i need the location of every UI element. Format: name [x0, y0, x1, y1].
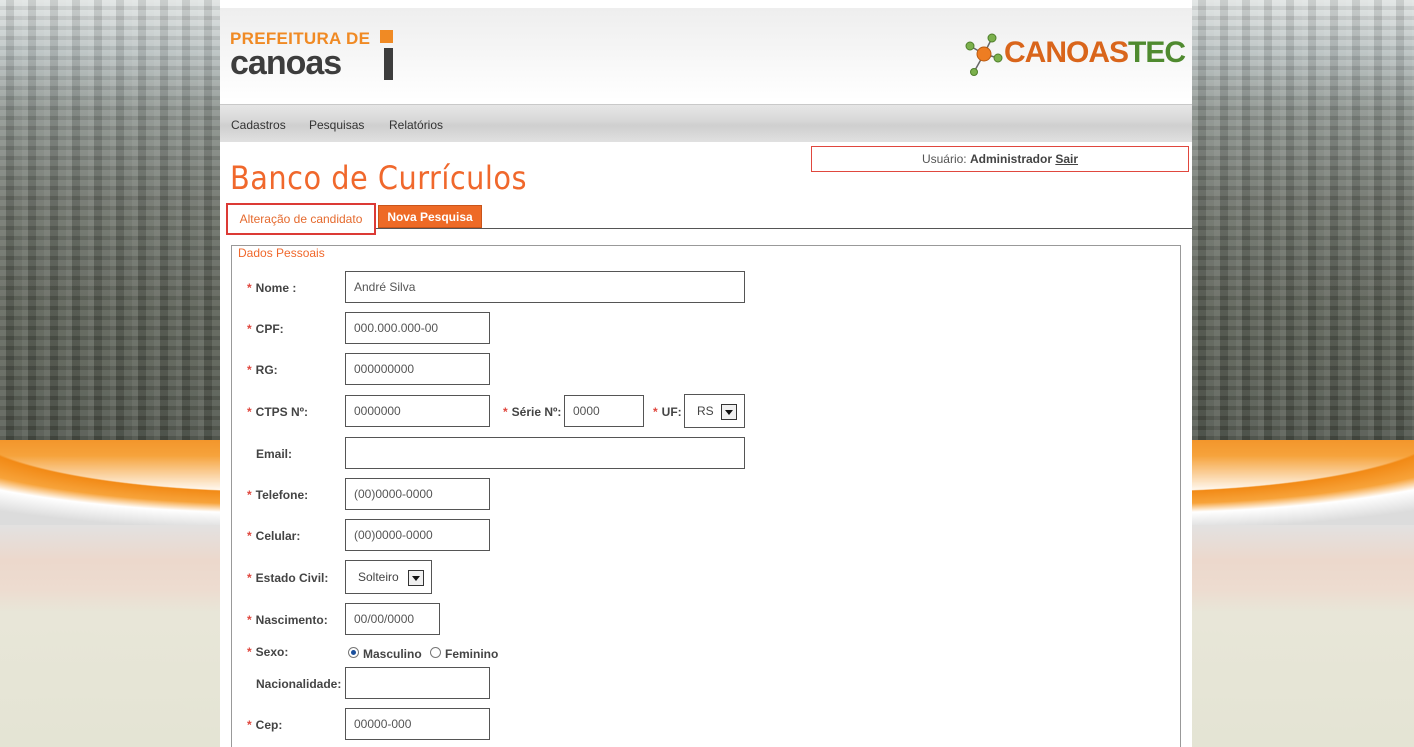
chevron-down-icon[interactable]: [408, 570, 424, 586]
nav-item-relatorios[interactable]: Relatórios: [389, 118, 443, 132]
required-mark: *: [247, 363, 252, 377]
email-label: Email:: [256, 447, 293, 461]
user-name: Administrador: [969, 152, 1052, 166]
nacionalidade-label: Nacionalidade:: [256, 677, 342, 691]
uf-label-text: UF:: [661, 405, 682, 419]
nascimento-label-text: Nascimento:: [255, 613, 328, 627]
estado-civil-select[interactable]: Solteiro: [345, 560, 432, 594]
fieldset-legend: Dados Pessoais: [236, 246, 327, 260]
cpf-input[interactable]: 000.000.000-00: [345, 312, 490, 344]
page-container: PREFEITURA DE canoas CANOASTEC Cadastros…: [220, 0, 1192, 747]
required-mark: *: [653, 405, 658, 419]
cep-label-text: Cep:: [255, 718, 283, 732]
background-city-left: [0, 0, 222, 440]
telefone-input[interactable]: (00)0000-0000: [345, 478, 490, 510]
canoastec-wordmark: CANOASTEC: [1004, 36, 1186, 70]
nav-item-cadastros[interactable]: Cadastros: [231, 118, 286, 132]
tab-nova-pesquisa[interactable]: Nova Pesquisa: [378, 205, 482, 228]
required-mark: *: [247, 613, 252, 627]
ctps-label: * CTPS Nº:: [247, 405, 308, 419]
required-mark: *: [503, 405, 508, 419]
rg-input[interactable]: 000000000: [345, 353, 490, 385]
nome-input[interactable]: André Silva: [345, 271, 745, 303]
email-input[interactable]: [345, 437, 745, 469]
cep-input[interactable]: 00000-000: [345, 708, 490, 740]
sexo-masculino-label[interactable]: Masculino: [363, 647, 422, 661]
nome-label: * Nome :: [247, 281, 296, 295]
estado-civil-value: Solteiro: [358, 570, 399, 584]
ctps-label-text: CTPS Nº:: [255, 405, 309, 419]
nav-item-pesquisas[interactable]: Pesquisas: [309, 118, 364, 132]
molecule-icon: [965, 33, 1003, 76]
telefone-label: * Telefone:: [247, 488, 308, 502]
background-swoosh-left: [0, 405, 222, 525]
estado-civil-label: * Estado Civil:: [247, 571, 328, 585]
required-mark: *: [247, 488, 252, 502]
required-mark: *: [247, 529, 252, 543]
ctps-input[interactable]: 0000000: [345, 395, 490, 427]
required-mark: *: [247, 281, 252, 295]
cpf-label: * CPF:: [247, 322, 284, 336]
uf-select[interactable]: RS: [684, 394, 745, 428]
logo-square-icon: [380, 30, 393, 43]
uf-select-value: RS: [697, 404, 714, 418]
user-prefix: Usuário:: [921, 152, 967, 166]
tab-alteracao-candidato[interactable]: Alteração de candidato: [226, 203, 376, 235]
celular-label-text: Celular:: [255, 529, 301, 543]
background-swoosh-right: [1192, 405, 1414, 525]
background-city-right: [1192, 0, 1414, 440]
required-mark: *: [247, 645, 252, 659]
nascimento-input[interactable]: 00/00/0000: [345, 603, 440, 635]
main-nav: Cadastros Pesquisas Relatórios: [220, 104, 1192, 142]
serie-label: * Série Nº:: [503, 405, 561, 419]
sexo-label-text: Sexo:: [255, 645, 289, 659]
site-header: PREFEITURA DE canoas CANOASTEC: [220, 8, 1192, 100]
sexo-label: * Sexo:: [247, 645, 288, 659]
sexo-feminino-label[interactable]: Feminino: [445, 647, 498, 661]
chevron-down-icon[interactable]: [721, 404, 737, 420]
serie-label-text: Série Nº:: [511, 405, 562, 419]
canoastec-logo[interactable]: CANOASTEC: [962, 28, 1186, 88]
logo-bottom-text: canoas: [230, 44, 342, 82]
telefone-label-text: Telefone:: [255, 488, 309, 502]
user-info-box: Usuário: Administrador Sair: [811, 146, 1189, 172]
required-mark: *: [247, 571, 252, 585]
serie-input[interactable]: 0000: [564, 395, 644, 427]
sexo-feminino-radio[interactable]: [430, 647, 441, 658]
required-mark: *: [247, 405, 252, 419]
rg-label: * RG:: [247, 363, 278, 377]
cpf-label-text: CPF:: [255, 322, 284, 336]
celular-label: * Celular:: [247, 529, 300, 543]
uf-label: * UF:: [653, 405, 682, 419]
cep-label: * Cep:: [247, 718, 282, 732]
required-mark: *: [247, 718, 252, 732]
logout-link[interactable]: Sair: [1055, 152, 1078, 166]
nascimento-label: * Nascimento:: [247, 613, 328, 627]
estado-civil-label-text: Estado Civil:: [255, 571, 329, 585]
sexo-masculino-radio[interactable]: [348, 647, 359, 658]
logo-bar-icon: [384, 48, 393, 80]
celular-input[interactable]: (00)0000-0000: [345, 519, 490, 551]
prefeitura-canoas-logo[interactable]: PREFEITURA DE canoas: [230, 30, 400, 86]
brand-tec-text: TEC: [1128, 36, 1186, 69]
page-title: Banco de Currículos: [230, 159, 527, 197]
nacionalidade-input[interactable]: [345, 667, 490, 699]
required-mark: *: [247, 322, 252, 336]
rg-label-text: RG:: [255, 363, 278, 377]
nome-label-text: Nome :: [255, 281, 297, 295]
brand-canoas-text: CANOAS: [1004, 36, 1129, 69]
